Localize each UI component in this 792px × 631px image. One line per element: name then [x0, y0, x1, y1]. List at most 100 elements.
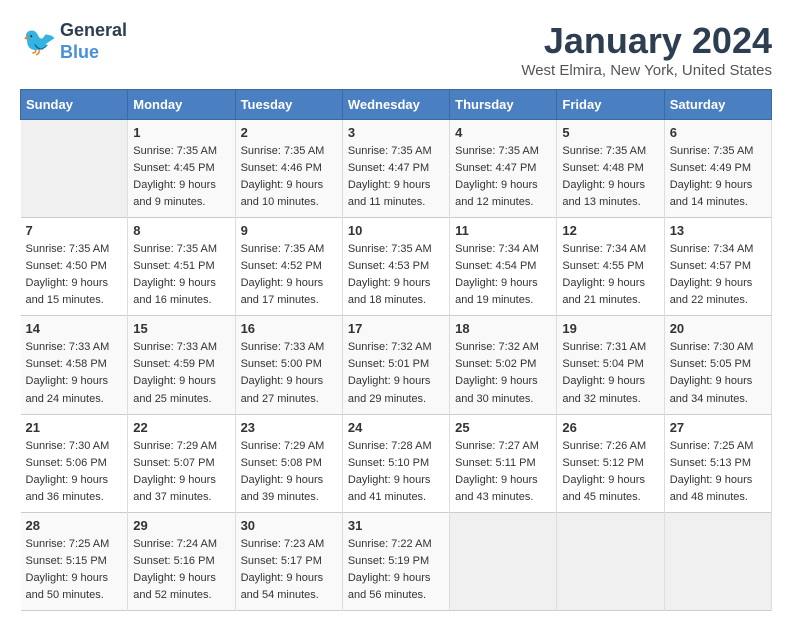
- calendar-cell: 2 Sunrise: 7:35 AM Sunset: 4:46 PM Daylig…: [235, 120, 342, 218]
- calendar-cell: 27 Sunrise: 7:25 AM Sunset: 5:13 PM Dayli…: [664, 414, 771, 512]
- calendar-cell: 26 Sunrise: 7:26 AM Sunset: 5:12 PM Dayli…: [557, 414, 664, 512]
- day-number: 28: [26, 518, 123, 533]
- day-number: 16: [241, 321, 337, 336]
- day-info: Sunrise: 7:28 AM Sunset: 5:10 PM Dayligh…: [348, 438, 444, 506]
- calendar-cell: 20 Sunrise: 7:30 AM Sunset: 5:05 PM Dayli…: [664, 316, 771, 414]
- day-number: 3: [348, 125, 444, 140]
- day-info: Sunrise: 7:34 AM Sunset: 4:54 PM Dayligh…: [455, 241, 551, 309]
- calendar-cell: 18 Sunrise: 7:32 AM Sunset: 5:02 PM Dayli…: [450, 316, 557, 414]
- day-info: Sunrise: 7:35 AM Sunset: 4:53 PM Dayligh…: [348, 241, 444, 309]
- calendar-cell: 25 Sunrise: 7:27 AM Sunset: 5:11 PM Dayli…: [450, 414, 557, 512]
- calendar-cell: 13 Sunrise: 7:34 AM Sunset: 4:57 PM Dayli…: [664, 218, 771, 316]
- day-info: Sunrise: 7:32 AM Sunset: 5:02 PM Dayligh…: [455, 339, 551, 407]
- weekday-header-cell: Friday: [557, 90, 664, 120]
- day-info: Sunrise: 7:34 AM Sunset: 4:57 PM Dayligh…: [670, 241, 766, 309]
- calendar-cell: 12Sunrise: 7:34 AM Sunset: 4:55 PM Dayli…: [557, 218, 664, 316]
- calendar-week-row: 21 Sunrise: 7:30 AM Sunset: 5:06 PM Dayli…: [21, 414, 772, 512]
- day-number: 17: [348, 321, 444, 336]
- calendar-cell: 11 Sunrise: 7:34 AM Sunset: 4:54 PM Dayli…: [450, 218, 557, 316]
- calendar-cell: 15Sunrise: 7:33 AM Sunset: 4:59 PM Dayli…: [128, 316, 235, 414]
- day-info: Sunrise: 7:25 AM Sunset: 5:15 PM Dayligh…: [26, 536, 123, 604]
- day-info: Sunrise: 7:26 AM Sunset: 5:12 PM Dayligh…: [562, 438, 658, 506]
- day-info: Sunrise: 7:33 AM Sunset: 4:58 PM Dayligh…: [26, 339, 123, 407]
- calendar-cell: 30 Sunrise: 7:23 AM Sunset: 5:17 PM Dayli…: [235, 512, 342, 610]
- calendar-body: 1 Sunrise: 7:35 AM Sunset: 4:45 PM Daylig…: [21, 120, 772, 611]
- day-info: Sunrise: 7:35 AM Sunset: 4:45 PM Dayligh…: [133, 143, 229, 211]
- logo-text: General Blue: [60, 20, 127, 63]
- calendar-cell: 1 Sunrise: 7:35 AM Sunset: 4:45 PM Daylig…: [128, 120, 235, 218]
- day-number: 11: [455, 223, 551, 238]
- calendar-week-row: 1 Sunrise: 7:35 AM Sunset: 4:45 PM Daylig…: [21, 120, 772, 218]
- day-info: Sunrise: 7:23 AM Sunset: 5:17 PM Dayligh…: [241, 536, 337, 604]
- calendar-cell: 31 Sunrise: 7:22 AM Sunset: 5:19 PM Dayli…: [342, 512, 449, 610]
- calendar-cell: 5Sunrise: 7:35 AM Sunset: 4:48 PM Daylig…: [557, 120, 664, 218]
- calendar-cell: 3 Sunrise: 7:35 AM Sunset: 4:47 PM Daylig…: [342, 120, 449, 218]
- day-number: 13: [670, 223, 766, 238]
- day-number: 1: [133, 125, 229, 140]
- calendar-cell: 23Sunrise: 7:29 AM Sunset: 5:08 PM Dayli…: [235, 414, 342, 512]
- calendar-week-row: 28 Sunrise: 7:25 AM Sunset: 5:15 PM Dayli…: [21, 512, 772, 610]
- day-info: Sunrise: 7:25 AM Sunset: 5:13 PM Dayligh…: [670, 438, 766, 506]
- day-number: 23: [241, 420, 337, 435]
- day-number: 8: [133, 223, 229, 238]
- day-number: 18: [455, 321, 551, 336]
- day-number: 26: [562, 420, 658, 435]
- calendar-cell: 9Sunrise: 7:35 AM Sunset: 4:52 PM Daylig…: [235, 218, 342, 316]
- calendar-week-row: 14Sunrise: 7:33 AM Sunset: 4:58 PM Dayli…: [21, 316, 772, 414]
- calendar-cell: [557, 512, 664, 610]
- weekday-header-cell: Wednesday: [342, 90, 449, 120]
- weekday-header-cell: Monday: [128, 90, 235, 120]
- day-info: Sunrise: 7:35 AM Sunset: 4:47 PM Dayligh…: [455, 143, 551, 211]
- weekday-header-cell: Thursday: [450, 90, 557, 120]
- day-number: 15: [133, 321, 229, 336]
- calendar-cell: [450, 512, 557, 610]
- day-number: 22: [133, 420, 229, 435]
- day-number: 30: [241, 518, 337, 533]
- calendar-cell: 6Sunrise: 7:35 AM Sunset: 4:49 PM Daylig…: [664, 120, 771, 218]
- day-number: 12: [562, 223, 658, 238]
- day-info: Sunrise: 7:22 AM Sunset: 5:19 PM Dayligh…: [348, 536, 444, 604]
- day-info: Sunrise: 7:35 AM Sunset: 4:46 PM Dayligh…: [241, 143, 337, 211]
- day-info: Sunrise: 7:30 AM Sunset: 5:06 PM Dayligh…: [26, 438, 123, 506]
- day-number: 4: [455, 125, 551, 140]
- day-info: Sunrise: 7:27 AM Sunset: 5:11 PM Dayligh…: [455, 438, 551, 506]
- weekday-header-cell: Saturday: [664, 90, 771, 120]
- day-number: 31: [348, 518, 444, 533]
- day-info: Sunrise: 7:29 AM Sunset: 5:07 PM Dayligh…: [133, 438, 229, 506]
- day-number: 27: [670, 420, 766, 435]
- calendar-cell: [21, 120, 128, 218]
- day-info: Sunrise: 7:30 AM Sunset: 5:05 PM Dayligh…: [670, 339, 766, 407]
- calendar-week-row: 7Sunrise: 7:35 AM Sunset: 4:50 PM Daylig…: [21, 218, 772, 316]
- location-label: West Elmira, New York, United States: [521, 62, 772, 79]
- day-number: 21: [26, 420, 123, 435]
- day-number: 10: [348, 223, 444, 238]
- weekday-header-row: SundayMondayTuesdayWednesdayThursdayFrid…: [21, 90, 772, 120]
- calendar-cell: 17Sunrise: 7:32 AM Sunset: 5:01 PM Dayli…: [342, 316, 449, 414]
- calendar-cell: 7Sunrise: 7:35 AM Sunset: 4:50 PM Daylig…: [21, 218, 128, 316]
- day-info: Sunrise: 7:35 AM Sunset: 4:47 PM Dayligh…: [348, 143, 444, 211]
- day-number: 19: [562, 321, 658, 336]
- day-number: 2: [241, 125, 337, 140]
- calendar-cell: 21 Sunrise: 7:30 AM Sunset: 5:06 PM Dayli…: [21, 414, 128, 512]
- logo: 🐦 General Blue: [20, 20, 127, 63]
- day-number: 20: [670, 321, 766, 336]
- day-number: 25: [455, 420, 551, 435]
- calendar-cell: 24 Sunrise: 7:28 AM Sunset: 5:10 PM Dayli…: [342, 414, 449, 512]
- weekday-header-cell: Tuesday: [235, 90, 342, 120]
- logo-icon: 🐦: [20, 23, 58, 61]
- month-title: January 2024: [521, 20, 772, 62]
- page-header: 🐦 General Blue January 2024 West Elmira,…: [20, 20, 772, 79]
- weekday-header-cell: Sunday: [21, 90, 128, 120]
- day-info: Sunrise: 7:35 AM Sunset: 4:52 PM Dayligh…: [241, 241, 337, 309]
- svg-text:🐦: 🐦: [22, 26, 57, 57]
- day-number: 24: [348, 420, 444, 435]
- day-number: 6: [670, 125, 766, 140]
- calendar-cell: 28 Sunrise: 7:25 AM Sunset: 5:15 PM Dayli…: [21, 512, 128, 610]
- calendar-cell: 22 Sunrise: 7:29 AM Sunset: 5:07 PM Dayli…: [128, 414, 235, 512]
- day-number: 7: [26, 223, 123, 238]
- calendar-cell: 8Sunrise: 7:35 AM Sunset: 4:51 PM Daylig…: [128, 218, 235, 316]
- day-info: Sunrise: 7:35 AM Sunset: 4:48 PM Dayligh…: [562, 143, 658, 211]
- calendar-cell: 16Sunrise: 7:33 AM Sunset: 5:00 PM Dayli…: [235, 316, 342, 414]
- calendar-cell: 4 Sunrise: 7:35 AM Sunset: 4:47 PM Daylig…: [450, 120, 557, 218]
- calendar-cell: 10 Sunrise: 7:35 AM Sunset: 4:53 PM Dayli…: [342, 218, 449, 316]
